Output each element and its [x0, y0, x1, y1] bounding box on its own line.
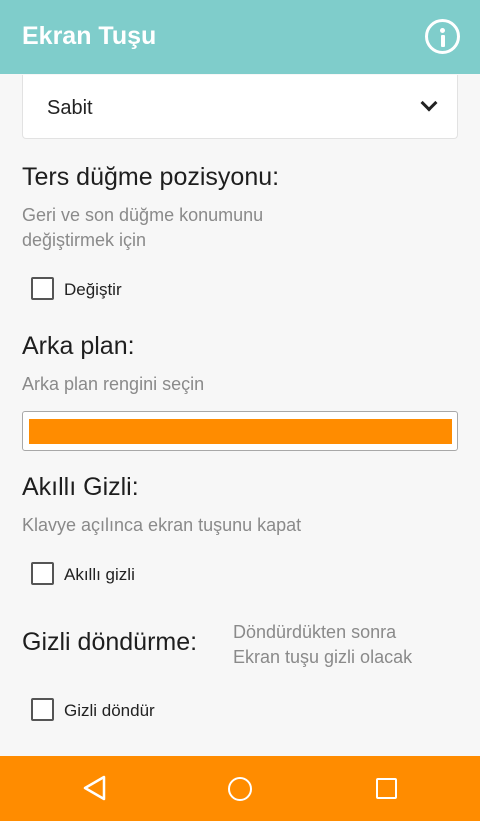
app-bar: Ekran Tuşu	[0, 0, 480, 74]
info-icon[interactable]	[425, 19, 460, 54]
reverse-buttons-description-1: Geri ve son düğme konumunu	[22, 205, 264, 225]
background-heading: Arka plan:	[22, 332, 135, 360]
recents-icon[interactable]	[376, 778, 397, 799]
smart-hide-description: Klavye açılınca ekran tuşunu kapat	[22, 515, 302, 535]
hide-rotate-checkbox-label[interactable]: Gizli döndür	[64, 701, 155, 721]
back-icon[interactable]	[83, 775, 107, 801]
hide-rotate-note: Döndürdükten sonra Ekran tuşu gizli olac…	[233, 620, 412, 670]
hide-rotate-heading: Gizli döndürme:	[22, 628, 198, 656]
background-color-swatch	[29, 419, 452, 444]
info-icon-dot	[440, 28, 445, 33]
hide-rotate-note-line-1: Döndürdükten sonra	[233, 622, 397, 642]
reverse-buttons-description-2: değiştirmek için	[22, 230, 147, 250]
hide-rotate-checkbox[interactable]	[31, 698, 54, 721]
smart-hide-checkbox[interactable]	[31, 562, 54, 585]
position-select-value: Sabit	[47, 97, 93, 119]
info-icon-bar	[440, 35, 445, 47]
reverse-buttons-heading: Ters düğme pozisyonu:	[22, 163, 280, 191]
smart-hide-heading: Akıllı Gizli:	[22, 473, 139, 501]
background-description: Arka plan rengini seçin	[22, 374, 205, 394]
smart-hide-checkbox-label[interactable]: Akıllı gizli	[64, 565, 135, 585]
position-select[interactable]: Sabit	[22, 75, 458, 139]
reverse-buttons-checkbox[interactable]	[31, 277, 54, 300]
reverse-buttons-checkbox-label[interactable]: Değiştir	[64, 280, 122, 300]
app-title: Ekran Tuşu	[22, 22, 157, 50]
background-color-picker[interactable]	[22, 411, 458, 451]
hide-rotate-note-line-2: Ekran tuşu gizli olacak	[233, 647, 413, 667]
home-icon[interactable]	[228, 777, 252, 801]
chevron-down-icon	[420, 94, 438, 112]
